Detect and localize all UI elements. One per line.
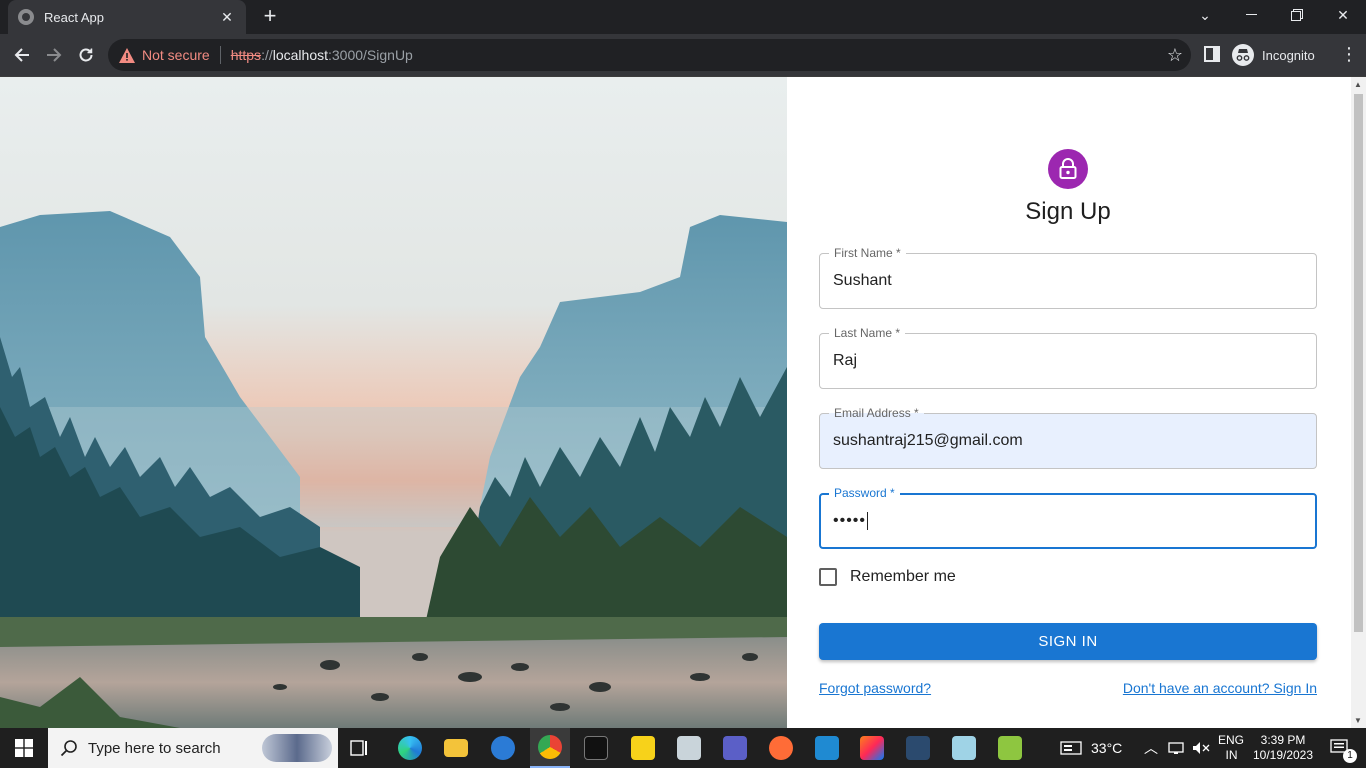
reload-button[interactable] xyxy=(72,41,100,69)
intellij-icon[interactable] xyxy=(856,728,888,768)
close-window-button[interactable]: ✕ xyxy=(1320,0,1366,30)
close-tab-icon[interactable]: ✕ xyxy=(218,9,236,26)
email-field[interactable]: Email Address * sushantraj215@gmail.com xyxy=(819,405,1317,469)
remember-me-checkbox[interactable] xyxy=(819,568,837,586)
notepad-plus-plus-icon[interactable] xyxy=(994,728,1026,768)
more-menu-icon[interactable]: ⋮ xyxy=(1340,44,1358,64)
password-value[interactable]: ••••• xyxy=(833,512,869,530)
vscode-icon[interactable] xyxy=(811,728,843,768)
page-viewport: Sign Up First Name * Sushant Last Name *… xyxy=(0,77,1366,728)
mysql-workbench-icon[interactable] xyxy=(902,728,934,768)
sign-in-button[interactable]: SIGN IN xyxy=(819,623,1317,660)
clock-time: 3:39 PM xyxy=(1260,733,1306,747)
minimize-button[interactable] xyxy=(1228,0,1274,30)
language-code: ENG xyxy=(1218,733,1245,747)
lock-icon xyxy=(1059,158,1077,179)
incognito-icon xyxy=(1232,44,1254,66)
task-view-icon[interactable] xyxy=(344,728,376,768)
windows-icon xyxy=(15,739,33,757)
page-title: Sign Up xyxy=(1025,198,1111,225)
search-icon xyxy=(60,740,77,757)
forward-button[interactable] xyxy=(40,41,68,69)
sticky-notes-icon[interactable] xyxy=(627,728,659,768)
first-name-value[interactable]: Sushant xyxy=(833,272,892,290)
email-value[interactable]: sushantraj215@gmail.com xyxy=(833,432,1023,450)
teams-icon[interactable] xyxy=(719,728,751,768)
last-name-label: Last Name * xyxy=(829,325,906,341)
password-label: Password * xyxy=(829,485,900,501)
remember-me-label[interactable]: Remember me xyxy=(850,568,956,586)
search-placeholder[interactable]: Type here to search xyxy=(88,740,221,757)
last-name-value[interactable]: Raj xyxy=(833,352,857,370)
tab-react-app[interactable]: React App ✕ xyxy=(8,0,246,34)
tab-strip: React App ✕ + ⌄ ✕ xyxy=(0,0,1366,34)
taskbar-search[interactable]: Type here to search xyxy=(48,728,338,768)
signup-link[interactable]: Don't have an account? Sign In xyxy=(1123,680,1317,696)
globe-icon xyxy=(18,9,34,25)
terminal-icon[interactable] xyxy=(580,728,612,768)
first-name-label: First Name * xyxy=(829,245,906,261)
scroll-up-arrow[interactable]: ▲ xyxy=(1354,80,1362,89)
tab-title: React App xyxy=(44,9,104,25)
bookmark-star-icon[interactable]: ☆ xyxy=(1167,45,1183,66)
weather-icon xyxy=(1060,741,1082,755)
scrollbar-thumb[interactable] xyxy=(1354,94,1363,632)
last-name-field[interactable]: Last Name * Raj xyxy=(819,325,1317,389)
mail-app-icon[interactable] xyxy=(487,728,519,768)
lock-avatar xyxy=(1048,149,1088,189)
first-name-field[interactable]: First Name * Sushant xyxy=(819,245,1317,309)
forgot-password-link[interactable]: Forgot password? xyxy=(819,680,931,696)
clock[interactable]: 3:39 PM 10/19/2023 xyxy=(1251,728,1315,768)
landscape-image xyxy=(0,77,787,728)
address-bar[interactable]: Not secure https://localhost:3000/SignUp… xyxy=(108,39,1191,71)
region-code: IN xyxy=(1225,748,1238,762)
chrome-icon[interactable] xyxy=(530,728,570,768)
security-label[interactable]: Not secure xyxy=(142,47,210,63)
search-highlight-image xyxy=(262,734,332,762)
clock-date: 10/19/2023 xyxy=(1252,748,1314,762)
browser-toolbar: Not secure https://localhost:3000/SignUp… xyxy=(0,34,1366,77)
text-caret xyxy=(867,512,869,530)
side-panel-icon[interactable] xyxy=(1204,46,1222,64)
task-manager-icon[interactable] xyxy=(673,728,705,768)
restore-button[interactable] xyxy=(1274,0,1320,30)
notification-center[interactable]: 1 xyxy=(1322,728,1358,768)
url-text[interactable]: https://localhost:3000/SignUp xyxy=(231,47,413,63)
file-explorer-icon[interactable] xyxy=(440,728,472,768)
back-button[interactable] xyxy=(8,41,36,69)
notepad-icon[interactable] xyxy=(948,728,980,768)
omnibox-divider xyxy=(219,46,221,64)
windows-taskbar: Type here to search 33°C ︿ ENG IN 3:39 P… xyxy=(0,728,1366,768)
warning-icon[interactable] xyxy=(118,46,136,64)
email-label: Email Address * xyxy=(829,405,924,421)
notification-badge: 1 xyxy=(1343,749,1357,763)
scroll-down-arrow[interactable]: ▼ xyxy=(1354,716,1362,725)
weather-widget[interactable]: 33°C xyxy=(1060,728,1122,768)
start-button[interactable] xyxy=(0,728,48,768)
incognito-profile[interactable]: Incognito xyxy=(1232,40,1315,70)
language-indicator[interactable]: ENG IN xyxy=(1218,728,1244,768)
landscape-illustration xyxy=(0,77,787,728)
show-hidden-icons[interactable]: ︿ xyxy=(1144,728,1158,768)
new-tab-button[interactable]: + xyxy=(258,5,282,29)
tab-search-icon[interactable]: ⌄ xyxy=(1182,0,1228,30)
postman-icon[interactable] xyxy=(765,728,797,768)
weather-temp: 33°C xyxy=(1091,740,1123,756)
incognito-label: Incognito xyxy=(1262,47,1315,63)
remember-me[interactable]: Remember me xyxy=(819,568,956,586)
network-icon[interactable] xyxy=(1168,728,1186,768)
password-field[interactable]: Password * ••••• xyxy=(819,485,1317,549)
volume-muted-icon[interactable] xyxy=(1192,728,1210,768)
edge-icon[interactable] xyxy=(394,728,426,768)
page-scrollbar[interactable]: ▲ ▼ xyxy=(1351,77,1366,728)
